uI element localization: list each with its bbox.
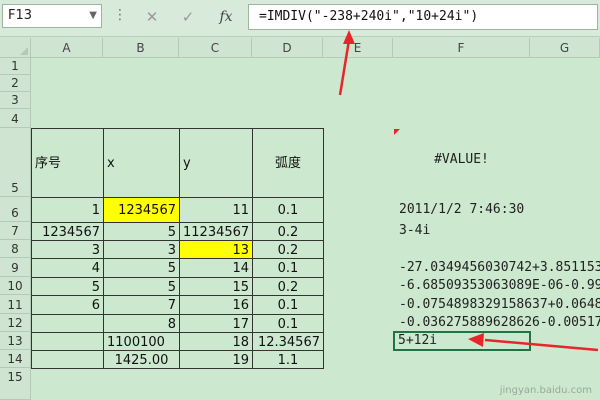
annotation-arrows	[338, 30, 599, 352]
arrow-to-cell-icon	[468, 333, 599, 352]
watermark: jingyan.baidu.com	[499, 385, 592, 396]
arrow-to-formula-icon	[338, 30, 355, 96]
